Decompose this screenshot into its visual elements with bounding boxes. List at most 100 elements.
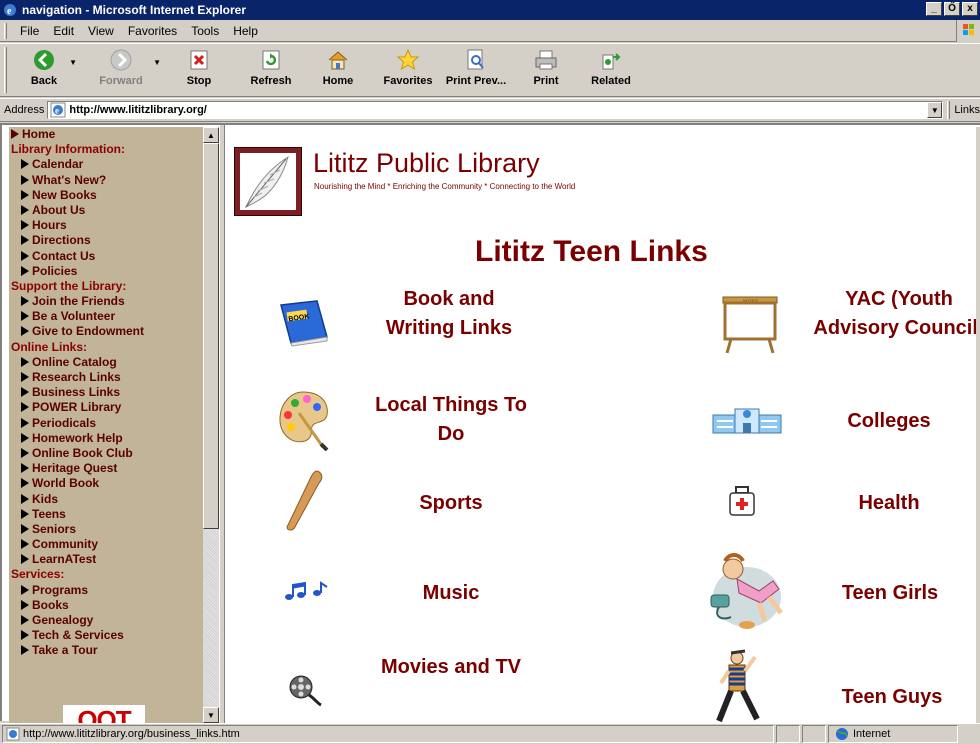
nav-link-what-s-new[interactable]: What's New? [11,173,203,188]
nav-link-label[interactable]: Online Catalog [32,355,117,369]
nav-link-heritage-quest[interactable]: Heritage Quest [11,461,203,476]
nav-link-label[interactable]: Tech & Services [32,628,124,642]
nav-link-hours[interactable]: Hours [11,218,203,233]
nav-link-business-links[interactable]: Business Links [11,385,203,400]
home-button[interactable]: Home [318,44,358,96]
nav-link-homework-help[interactable]: Homework Help [11,431,203,446]
nav-link-about-us[interactable]: About Us [11,203,203,218]
nav-link-books[interactable]: Books [11,598,203,613]
nav-link-label[interactable]: Be a Volunteer [32,309,115,323]
nav-link-research-links[interactable]: Research Links [11,370,203,385]
teen-guy-icon[interactable] [709,649,769,723]
nav-link-label[interactable]: Research Links [32,370,121,384]
nav-link-label[interactable]: Community [32,537,98,551]
stop-button[interactable]: Stop [179,44,219,96]
nav-link-policies[interactable]: Policies [11,264,203,279]
back-button[interactable]: Back ▼ [21,44,77,96]
nav-link-world-book[interactable]: World Book [11,476,203,491]
nav-link-kids[interactable]: Kids [11,492,203,507]
music-link[interactable]: Music [401,579,501,608]
local-things-link[interactable]: Local Things To Do [371,391,531,449]
forward-button[interactable]: Forward ▼ [91,44,161,96]
nav-link-label[interactable]: New Books [32,188,97,202]
nav-link-calendar[interactable]: Calendar [11,157,203,172]
nav-link-label[interactable]: What's New? [32,173,106,187]
colleges-link[interactable]: Colleges [829,407,949,436]
book-clipart-icon[interactable]: BOOK [277,299,331,347]
nav-link-label[interactable]: Homework Help [32,431,123,445]
nav-link-label[interactable]: Contact Us [32,249,95,263]
college-building-icon[interactable] [711,405,783,435]
main-scrollbar[interactable] [976,127,980,723]
nav-scroll-thumb[interactable] [203,143,219,529]
nav-link-label[interactable]: Give to Endowment [32,324,144,338]
nav-link-label[interactable]: About Us [32,203,85,217]
nav-link-label[interactable]: Teens [32,507,66,521]
scroll-up-arrow-icon[interactable]: ▲ [203,127,219,143]
nav-link-new-books[interactable]: New Books [11,188,203,203]
nav-link-power-library[interactable]: POWER Library [11,400,203,415]
menu-edit[interactable]: Edit [46,24,81,38]
back-dropdown-icon[interactable]: ▼ [69,58,77,67]
nav-link-label[interactable]: Genealogy [32,613,93,627]
related-button[interactable]: Related [586,44,636,96]
nav-link-teens[interactable]: Teens [11,507,203,522]
nav-link-label[interactable]: Hours [32,218,67,232]
nav-link-label[interactable]: Periodicals [32,416,96,430]
music-notes-icon[interactable] [283,579,329,603]
address-url[interactable]: http://www.lititzlibrary.org/ [69,104,207,116]
menu-view[interactable]: View [81,24,121,38]
nav-link-programs[interactable]: Programs [11,583,203,598]
print-button[interactable]: Print [526,44,566,96]
nav-link-label[interactable]: Directions [32,233,91,247]
nav-link-online-catalog[interactable]: Online Catalog [11,355,203,370]
nav-link-join-the-friends[interactable]: Join the Friends [11,294,203,309]
nav-link-label[interactable]: POWER Library [32,400,121,414]
scroll-down-arrow-icon[interactable]: ▼ [203,707,219,723]
nav-link-online-book-club[interactable]: Online Book Club [11,446,203,461]
paint-palette-icon[interactable] [277,389,331,451]
menu-file[interactable]: File [13,24,46,38]
nav-link-tech-services[interactable]: Tech & Services [11,628,203,643]
nav-link-label[interactable]: Policies [32,264,77,278]
teen-girl-on-phone-icon[interactable] [703,547,789,633]
baseball-bat-icon[interactable] [283,469,325,533]
favorites-button[interactable]: Favorites [380,44,436,96]
nav-link-directions[interactable]: Directions [11,233,203,248]
easel-board-icon[interactable]: NOTICE [719,295,781,355]
nav-link-label[interactable]: Seniors [32,522,76,536]
forward-dropdown-icon[interactable]: ▼ [153,58,161,67]
nav-link-community[interactable]: Community [11,537,203,552]
restore-button[interactable]: Ő [944,2,960,16]
nav-scrollbar[interactable]: ▲ ▼ [203,127,219,723]
nav-link-label[interactable]: World Book [32,476,99,490]
nav-link-genealogy[interactable]: Genealogy [11,613,203,628]
nav-link-label[interactable]: Heritage Quest [32,461,117,475]
nav-link-label[interactable]: Business Links [32,385,120,399]
nav-link-label[interactable]: Books [32,598,69,612]
teen-girls-link[interactable]: Teen Girls [825,579,955,608]
links-button[interactable]: Links [954,104,980,116]
nav-link-home[interactable]: Home [11,127,203,142]
teen-guys-link[interactable]: Teen Guys [825,683,959,712]
nav-link-seniors[interactable]: Seniors [11,522,203,537]
refresh-button[interactable]: Refresh [246,44,296,96]
nav-link-give-to-endowment[interactable]: Give to Endowment [11,324,203,339]
nav-link-learnatest[interactable]: LearnATest [11,552,203,567]
nav-link-label[interactable]: Programs [32,583,88,597]
health-link[interactable]: Health [839,489,939,518]
close-button[interactable]: x [962,2,978,16]
nav-link-label[interactable]: Calendar [32,157,83,171]
first-aid-kit-icon[interactable] [727,485,757,517]
nav-link-label[interactable]: Home [22,127,55,141]
nav-link-contact-us[interactable]: Contact Us [11,249,203,264]
book-writing-link[interactable]: Book and Writing Links [377,285,521,343]
nav-link-label[interactable]: Take a Tour [32,643,98,657]
film-reel-icon[interactable] [287,673,323,709]
address-field[interactable]: e http://www.lititzlibrary.org/ ▼ [47,101,944,119]
nav-link-label[interactable]: Online Book Club [32,446,133,460]
nav-link-take-a-tour[interactable]: Take a Tour [11,643,203,658]
minimize-button[interactable]: _ [926,2,942,16]
menu-help[interactable]: Help [226,24,265,38]
print-preview-button[interactable]: Print Prev... [440,44,512,96]
